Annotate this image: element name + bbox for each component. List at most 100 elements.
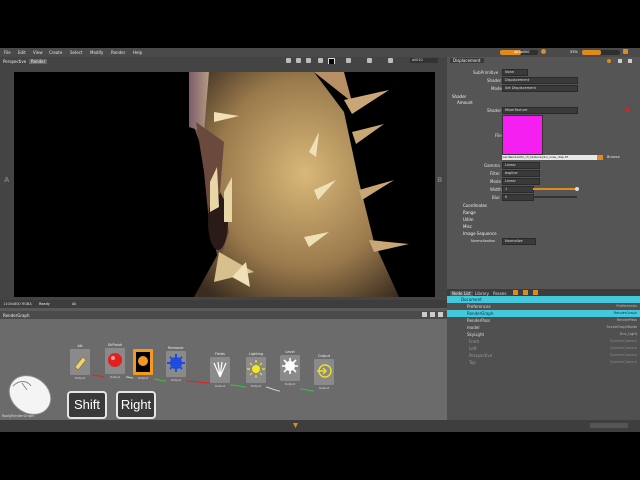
link-icon[interactable] xyxy=(523,290,528,295)
settings-icon[interactable] xyxy=(623,49,628,54)
resolution-field[interactable]: all010 xyxy=(410,58,438,63)
camera-icon[interactable] xyxy=(346,58,351,63)
folder-icon[interactable] xyxy=(597,155,603,160)
list-item-renderpass[interactable]: RenderPass RenderPass xyxy=(447,317,640,324)
filter-dropdown[interactable]: bspline xyxy=(502,170,540,177)
graph-node-fields[interactable]: Fields Output xyxy=(210,352,230,388)
list-item-left[interactable]: Left SystemCamera xyxy=(447,345,640,352)
list-item-type: SystemCamera xyxy=(610,346,637,350)
subdivision-dropdown[interactable]: None xyxy=(502,69,528,76)
menu-render[interactable]: Render xyxy=(111,50,125,55)
tab-perspective[interactable]: Perspective xyxy=(3,59,26,64)
render-image[interactable] xyxy=(14,72,435,297)
graph-node-att[interactable]: Att Output xyxy=(70,344,90,380)
add-node-icon[interactable] xyxy=(513,290,518,295)
list-item-preferences[interactable]: Preferences Preferences xyxy=(447,303,640,310)
list-item-front[interactable]: Front SystemCamera xyxy=(447,338,640,345)
graph-node-level[interactable]: Level Output xyxy=(280,350,300,386)
tab-render[interactable]: Render xyxy=(29,58,48,64)
menu-modify[interactable]: Modify xyxy=(90,50,103,55)
mode2-dropdown[interactable]: Linear xyxy=(502,178,540,185)
camera-body-icon xyxy=(136,352,150,372)
mode-dropdown[interactable]: Set Displacement xyxy=(502,85,578,92)
section-range[interactable]: Range xyxy=(463,210,476,215)
menu-file[interactable]: File xyxy=(4,50,11,55)
properties-tab[interactable]: Displacement xyxy=(450,58,484,63)
section-coordinates[interactable]: Coordinates xyxy=(463,203,487,208)
normalization-dropdown[interactable]: Normalize xyxy=(502,238,536,245)
menu-help[interactable]: Help xyxy=(133,50,142,55)
tools-icon[interactable] xyxy=(533,290,538,295)
pause-icon[interactable] xyxy=(388,58,393,63)
timeline-bar[interactable] xyxy=(0,420,640,432)
width-slider[interactable] xyxy=(533,188,577,190)
render-graph-canvas[interactable]: Att Output ShFinish Output Output Remove… xyxy=(0,319,447,420)
browse-button[interactable]: Browse xyxy=(607,155,620,159)
viewport-side-label-right: B xyxy=(437,176,443,184)
section-image-sequence[interactable]: Image Sequence xyxy=(463,231,497,236)
menu-edit[interactable]: Edit xyxy=(18,50,26,55)
shader-dropdown[interactable]: Displacement xyxy=(502,77,578,84)
reset-icon[interactable] xyxy=(625,108,629,112)
tab-library[interactable]: Library xyxy=(475,291,489,296)
file-path-field[interactable]: /usr/RenderMo_ch_textures/bu_nose_disp.t… xyxy=(502,155,602,160)
graph-node-camera[interactable]: Output xyxy=(133,349,153,380)
graph-back-icon[interactable] xyxy=(422,312,427,317)
section-udim[interactable]: Udim xyxy=(463,217,473,222)
group-shader[interactable]: Shader xyxy=(452,94,466,99)
list-item-document[interactable]: Document xyxy=(447,296,640,303)
group-amount[interactable]: Amount xyxy=(457,100,473,105)
graph-node-shfinish[interactable]: ShFinish Output xyxy=(105,343,125,379)
zoom-value: 53% xyxy=(570,49,578,54)
filter-label: Filter xyxy=(490,171,500,176)
section-misc[interactable]: Misc xyxy=(463,224,472,229)
blur-slider[interactable] xyxy=(533,196,577,198)
menu-view[interactable]: View xyxy=(33,50,43,55)
graph-node-port: Output xyxy=(318,386,330,390)
node-list-tabs: Node List Library Passes xyxy=(447,289,640,296)
blur-field[interactable]: 0 xyxy=(502,194,534,201)
width-slider-handle[interactable] xyxy=(575,187,579,191)
menu-select[interactable]: Select xyxy=(70,50,82,55)
graph-node-remover[interactable]: Remover Output xyxy=(166,346,186,382)
shader2-dropdown[interactable]: MixerTexture xyxy=(502,107,578,114)
panel-menu-icon[interactable] xyxy=(628,59,632,63)
stop-icon[interactable] xyxy=(541,49,546,54)
zoom-bar[interactable] xyxy=(582,50,620,55)
red-sphere-icon xyxy=(108,353,122,367)
panel-lock-icon[interactable] xyxy=(618,59,622,63)
channel-icon[interactable] xyxy=(318,58,323,63)
width-field[interactable]: 1 xyxy=(502,186,534,193)
graph-home-icon[interactable] xyxy=(438,312,443,317)
status-filter[interactable]: All xyxy=(72,302,76,306)
refresh-icon[interactable] xyxy=(367,58,372,63)
list-item-name: RenderPass xyxy=(467,318,491,323)
list-item-skylight[interactable]: SkyLight Env_Light xyxy=(447,331,640,338)
fan-icon xyxy=(213,361,227,378)
graph-node-output[interactable]: Output Output xyxy=(314,354,334,390)
tab-passes[interactable]: Passes xyxy=(493,291,506,296)
save-icon[interactable] xyxy=(286,58,291,63)
tab-node-list[interactable]: Node List xyxy=(450,290,473,296)
list-item-name: Document xyxy=(461,297,482,302)
list-item-perspective[interactable]: Perspective SystemCamera xyxy=(447,352,640,359)
region-icon[interactable] xyxy=(306,58,311,63)
gamma-dropdown[interactable]: Linear xyxy=(502,162,540,169)
graph-node-lighting[interactable]: Lighting Output xyxy=(246,352,266,388)
grid-icon[interactable] xyxy=(296,58,301,63)
right-click-indicator: Right xyxy=(116,391,156,419)
panel-pin-icon[interactable] xyxy=(607,59,611,63)
list-item-model[interactable]: model SceneGraphNode xyxy=(447,324,640,331)
list-item-rendergraph[interactable]: RenderGraph RenderGraph xyxy=(447,310,640,317)
viewport-side-label-left: A xyxy=(4,176,10,184)
viewport-status-row: 1100x800 RGBA Ready All xyxy=(0,300,447,308)
texture-swatch[interactable] xyxy=(502,115,543,155)
cog-icon xyxy=(282,358,298,374)
playhead-icon[interactable] xyxy=(293,423,298,428)
menu-create[interactable]: Create xyxy=(49,50,62,55)
playback-controls[interactable] xyxy=(590,423,628,428)
list-item-name: Left xyxy=(469,346,477,351)
graph-forward-icon[interactable] xyxy=(430,312,435,317)
list-item-top[interactable]: Top SystemCamera xyxy=(447,359,640,366)
graph-node-port: Output xyxy=(137,376,149,380)
